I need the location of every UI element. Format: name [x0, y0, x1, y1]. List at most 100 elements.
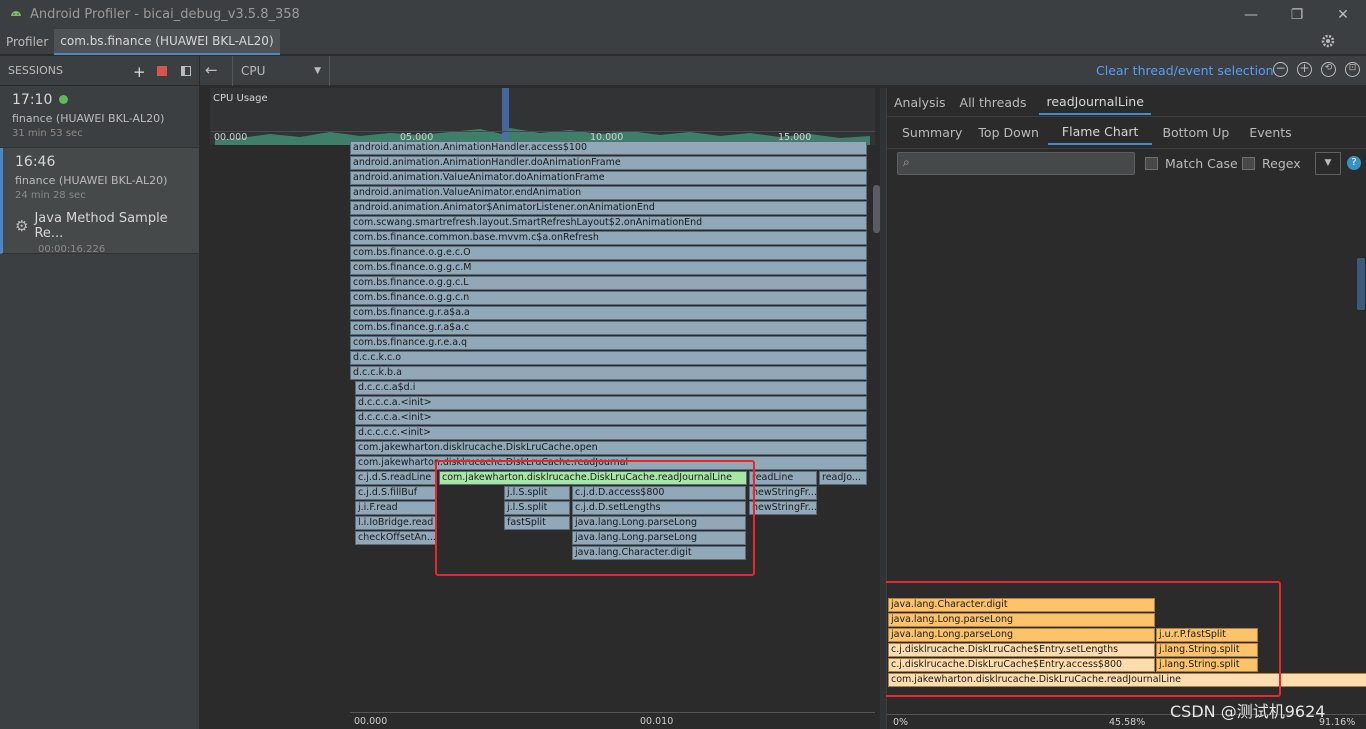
profiler-select[interactable]: CPU ▼: [232, 56, 330, 86]
analysis-tabs: Analysis All threads readJournalLine: [887, 89, 1151, 115]
maximize-icon[interactable]: ❐: [1274, 0, 1320, 29]
flame-frame[interactable]: android.animation.ValueAnimator.endAnima…: [350, 186, 867, 200]
tab-profiler[interactable]: Profiler: [0, 29, 54, 55]
stop-icon[interactable]: [157, 66, 167, 76]
panel-toggle-icon[interactable]: [181, 66, 191, 76]
match-case-label: Match Case: [1165, 156, 1238, 171]
status-dot-icon: [58, 95, 68, 104]
chevron-down-icon: ▼: [314, 66, 321, 76]
highlight-box: [883, 581, 1281, 697]
flame-frame[interactable]: com.bs.finance.common.base.mvvm.c$a.onRe…: [350, 231, 867, 245]
search-input[interactable]: ⌕: [897, 152, 1135, 175]
split-divider[interactable]: [880, 88, 886, 729]
flame-frame[interactable]: android.animation.AnimationHandler.doAni…: [350, 156, 867, 170]
tab-bottom-up[interactable]: Bottom Up: [1152, 119, 1239, 145]
flame-frame[interactable]: com.bs.finance.o.g.e.c.O: [350, 246, 867, 260]
window-title: Android Profiler - bicai_debug_v3.5.8_35…: [30, 7, 300, 22]
recording-duration: 00:00:16.226: [38, 244, 106, 255]
analysis-subtabs: Summary Top Down Flame Chart Bottom Up E…: [895, 119, 1302, 145]
flame-frame[interactable]: checkOffsetAn...: [355, 531, 437, 545]
flame-frame[interactable]: newStringFr...: [749, 486, 817, 500]
tab-session[interactable]: com.bs.finance (HUAWEI BKL-AL20): [54, 28, 280, 55]
scrollbar[interactable]: [1357, 258, 1365, 310]
android-icon: [8, 6, 24, 25]
flame-frame[interactable]: c.j.d.S.readLine: [355, 471, 437, 485]
session-duration: 31 min 53 sec: [12, 128, 83, 139]
highlight-box: [435, 460, 755, 576]
zoom-out-icon[interactable]: −: [1273, 62, 1288, 77]
flame-chart-left[interactable]: android.animation.AnimationHandler.acces…: [210, 141, 875, 727]
flame-frame[interactable]: android.animation.AnimationHandler.acces…: [350, 141, 867, 155]
flame-frame[interactable]: d.c.c.k.c.o: [350, 351, 867, 365]
match-case-checkbox[interactable]: [1145, 157, 1158, 170]
analysis-panel: Analysis All threads readJournalLine Sum…: [883, 88, 1366, 729]
tick-label: 00.000: [214, 132, 248, 143]
session-device: finance (HUAWEI BKL-AL20): [12, 112, 165, 125]
flame-frame[interactable]: com.bs.finance.o.g.g.c.L: [350, 276, 867, 290]
gear-icon: ⚙: [15, 217, 29, 235]
tick-label: 45.58%: [1109, 717, 1146, 728]
regex-checkbox[interactable]: [1242, 157, 1255, 170]
flame-frame[interactable]: d.c.c.k.b.a: [350, 366, 867, 380]
session-item[interactable]: 16:46 finance (HUAWEI BKL-AL20) 24 min 2…: [0, 148, 199, 255]
flame-frame[interactable]: android.animation.ValueAnimator.doAnimat…: [350, 171, 867, 185]
title-bar: Android Profiler - bicai_debug_v3.5.8_35…: [0, 0, 1366, 29]
session-time: 16:46: [15, 154, 56, 170]
cpu-toolbar: ← CPU ▼ Clear thread/event selection − +…: [200, 56, 1366, 86]
tab-read-journal-line[interactable]: readJournalLine: [1039, 89, 1151, 115]
tab-events[interactable]: Events: [1239, 119, 1301, 145]
watermark-text: CSDN @测试机9624: [1170, 702, 1326, 721]
chevron-down-icon[interactable]: ▼: [1315, 152, 1341, 175]
regex-label: Regex: [1262, 156, 1301, 171]
flame-frame[interactable]: com.scwang.smartrefresh.layout.SmartRefr…: [350, 216, 867, 230]
clear-selection-link[interactable]: Clear thread/event selection: [1096, 63, 1274, 78]
flame-frame[interactable]: d.c.c.c.a.<init>: [355, 396, 867, 410]
flame-frame[interactable]: newStringFr...: [749, 501, 817, 515]
tab-flame-chart[interactable]: Flame Chart: [1047, 119, 1153, 145]
session-item[interactable]: 17:10 finance (HUAWEI BKL-AL20) 31 min 5…: [0, 86, 199, 148]
flame-frame[interactable]: com.bs.finance.o.g.g.c.M: [350, 261, 867, 275]
flame-frame[interactable]: com.bs.finance.o.g.g.c.n: [350, 291, 867, 305]
tick-label: 00.000: [354, 716, 388, 727]
flame-frame[interactable]: c.j.d.S.fillBuf: [355, 486, 437, 500]
session-duration: 24 min 28 sec: [15, 190, 86, 201]
flame-frame[interactable]: com.bs.finance.g.r.a$a.a: [350, 306, 867, 320]
zoom-in-icon[interactable]: +: [1297, 62, 1312, 77]
tick-label: 00.010: [640, 716, 674, 727]
flame-frame[interactable]: j.i.F.read: [355, 501, 437, 515]
flame-frame[interactable]: com.jakewharton.disklrucache.DiskLruCach…: [355, 441, 867, 455]
back-arrow-icon[interactable]: ←: [205, 61, 218, 79]
recording-item[interactable]: ⚙ Java Method Sample Re...: [15, 211, 187, 241]
flame-frame[interactable]: d.c.c.c.c.<init>: [355, 426, 867, 440]
minimize-icon[interactable]: —: [1228, 0, 1274, 29]
scrollbar[interactable]: [873, 185, 880, 233]
flame-frame[interactable]: d.c.c.c.a$d.i: [355, 381, 867, 395]
flame-frame[interactable]: d.c.c.c.a.<init>: [355, 411, 867, 425]
sessions-panel: SESSIONS + 17:10 finance (HUAWEI BKL-AL2…: [0, 56, 200, 729]
sessions-title: SESSIONS: [8, 64, 64, 77]
flame-frame[interactable]: readJo...: [819, 471, 867, 485]
flame-frame[interactable]: com.bs.finance.g.r.e.a.q: [350, 336, 867, 350]
close-icon[interactable]: ✕: [1320, 0, 1366, 29]
tab-all-threads[interactable]: All threads: [953, 89, 1034, 115]
tab-top-down[interactable]: Top Down: [969, 119, 1048, 145]
session-time: 17:10: [12, 92, 53, 108]
tab-analysis[interactable]: Analysis: [887, 89, 953, 115]
tab-row: Profiler com.bs.finance (HUAWEI BKL-AL20…: [0, 28, 1366, 55]
sessions-header: SESSIONS +: [0, 56, 199, 86]
search-icon: ⌕: [903, 155, 910, 169]
help-icon[interactable]: ?: [1347, 156, 1361, 170]
fit-icon[interactable]: ⊡: [1345, 62, 1360, 77]
cpu-usage-chart[interactable]: CPU Usage 00.000 05.000 10.000 15.000: [210, 88, 875, 148]
reset-zoom-icon[interactable]: ⟲: [1321, 62, 1336, 77]
tab-summary[interactable]: Summary: [895, 119, 969, 145]
flame-frame[interactable]: com.bs.finance.g.r.a$a.c: [350, 321, 867, 335]
recording-label: Java Method Sample Re...: [34, 211, 168, 241]
gear-icon[interactable]: [1320, 33, 1336, 52]
flame-frame[interactable]: l.i.IoBridge.read: [355, 516, 437, 530]
flame-frame[interactable]: readLine: [749, 471, 817, 485]
add-session-icon[interactable]: +: [133, 63, 146, 81]
flame-frame[interactable]: android.animation.Animator$AnimatorListe…: [350, 201, 867, 215]
profiler-select-value: CPU: [241, 64, 266, 78]
session-device: finance (HUAWEI BKL-AL20): [15, 174, 168, 187]
